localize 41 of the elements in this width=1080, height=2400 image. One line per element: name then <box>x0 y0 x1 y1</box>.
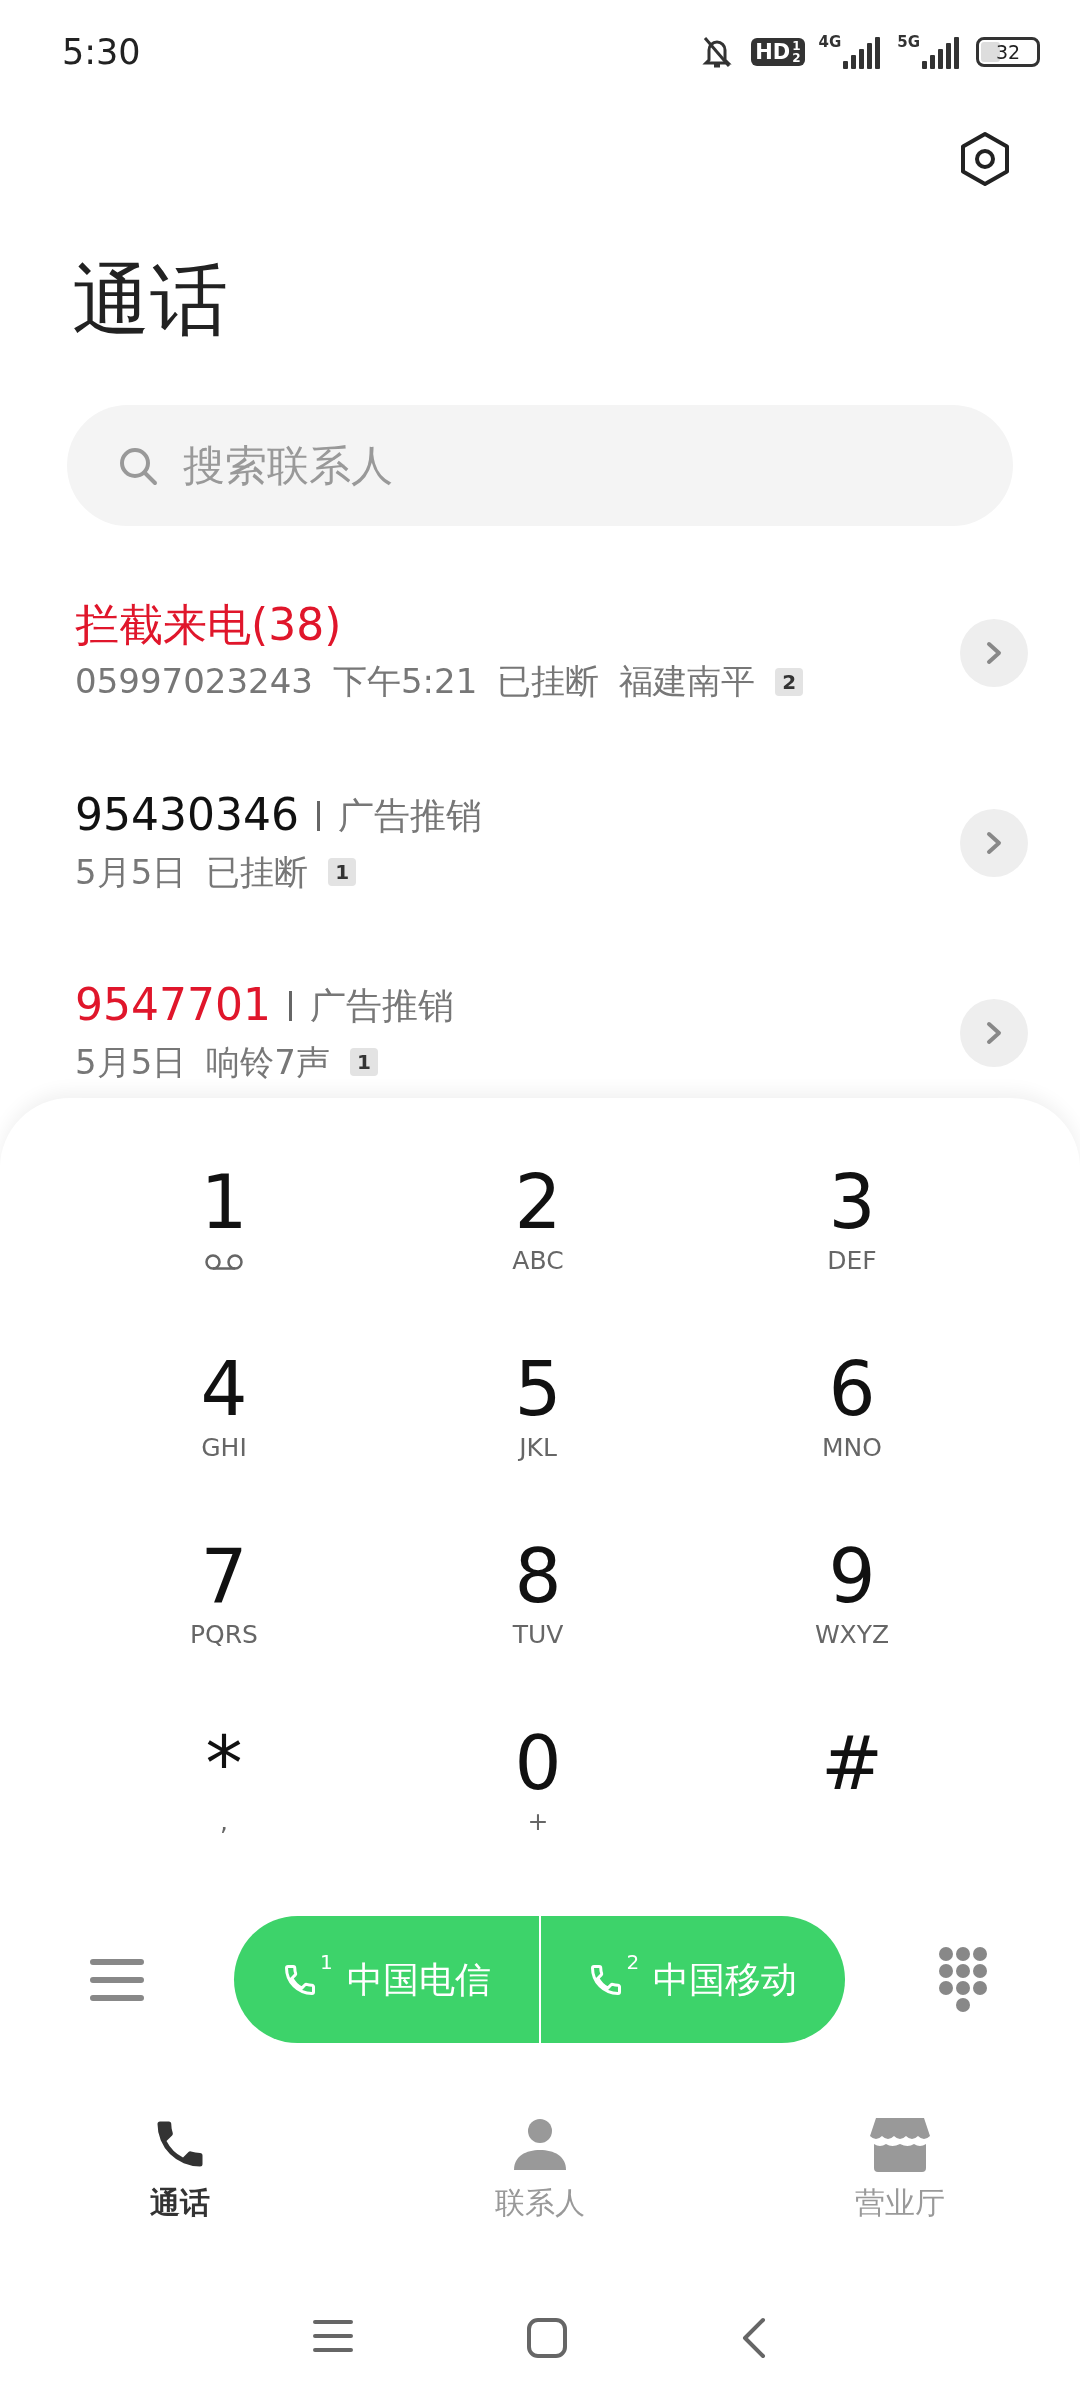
dial-key[interactable]: 1 <box>67 1126 381 1314</box>
caller-name: 9547701 <box>75 979 271 1033</box>
battery-percent: 32 <box>995 42 1021 62</box>
search-input[interactable]: 搜索联系人 <box>181 433 1013 499</box>
dialpad-icon <box>937 1945 988 2014</box>
clock-time: 5:30 <box>62 30 141 74</box>
dial-key[interactable]: 4 GHI <box>67 1313 381 1501</box>
call-count-badge: 2 <box>775 667 804 696</box>
dial-key[interactable]: # <box>695 1687 1009 1875</box>
home-button-icon[interactable] <box>525 2316 569 2361</box>
dial-key[interactable]: 0 + <box>381 1687 695 1875</box>
call-detail: 05997023243 <box>75 660 313 704</box>
call-detail: 福建南平 <box>619 660 756 704</box>
signal-bars-icon <box>922 35 962 69</box>
dial-key[interactable]: 3 DEF <box>695 1126 1009 1314</box>
call-detail: 响铃7声 <box>206 1040 330 1084</box>
call-detail: 下午5:21 <box>332 660 478 704</box>
dial-key[interactable]: 7 PQRS <box>67 1500 381 1688</box>
dial-key[interactable]: 9 WXYZ <box>695 1500 1009 1688</box>
dial-key[interactable]: 8 TUV <box>381 1500 695 1688</box>
call-detail: 已挂断 <box>206 850 309 894</box>
call-count-badge: 1 <box>328 858 357 887</box>
dial-key[interactable]: * , <box>67 1687 381 1875</box>
voicemail-icon <box>204 1252 244 1271</box>
dial-key[interactable]: 2 ABC <box>381 1126 695 1314</box>
nav-tab[interactable]: 通话 <box>0 2113 360 2227</box>
search-field[interactable]: 搜索联系人 <box>67 405 1013 527</box>
network-type: 5G <box>897 35 920 50</box>
dial-key[interactable]: 5 JKL <box>381 1313 695 1501</box>
call-count-badge: 1 <box>349 1048 378 1077</box>
caller-tag: 广告推销 <box>337 788 482 843</box>
caller-name: 拦截来电(38) <box>75 599 342 653</box>
caller-tag: 广告推销 <box>309 978 454 1033</box>
menu-icon <box>89 1956 145 2003</box>
caller-name: 95430346 <box>75 789 299 843</box>
dial-key[interactable]: 6 MNO <box>695 1313 1009 1501</box>
call-detail: 已挂断 <box>497 660 600 704</box>
call-detail: 5月5日 <box>75 1040 187 1084</box>
page-title: 通话 <box>71 254 229 347</box>
network-type: 4G <box>818 35 842 50</box>
call-detail: 5月5日 <box>75 850 187 894</box>
